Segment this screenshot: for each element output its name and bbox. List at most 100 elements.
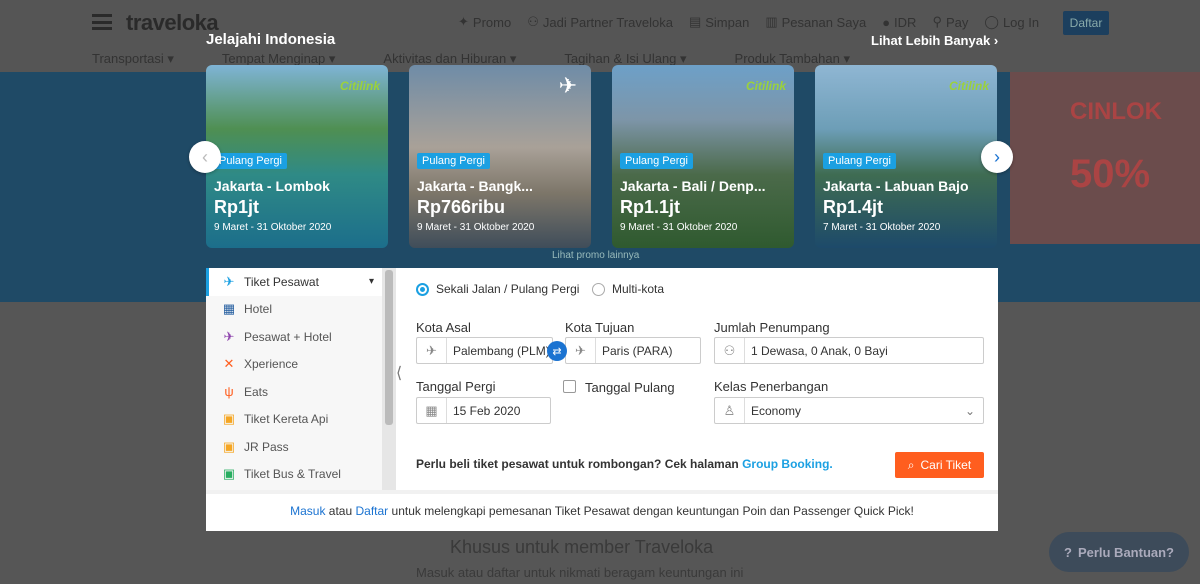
calendar-icon: ▦ (417, 398, 447, 423)
airplane-icon: ✈ (223, 273, 235, 289)
radio-unselected[interactable] (592, 282, 605, 296)
citilink-logo: Citilink (948, 79, 989, 93)
more-promo-link[interactable]: Lihat promo lainnya (552, 250, 639, 261)
card-price: Rp1jt (214, 197, 259, 217)
xperience-icon: ✕ (223, 356, 235, 372)
return-date-label[interactable]: Tanggal Pulang (585, 380, 675, 395)
product-sidebar: ✈ Tiket Pesawat ▾ ▦ Hotel ✈ Pesawat + Ho… (206, 268, 382, 490)
search-flights-button[interactable]: ⌕ Cari Tiket (895, 452, 984, 478)
group-booking-text: Perlu beli tiket pesawat untuk rombongan… (416, 457, 833, 471)
origin-field[interactable]: ✈ Palembang (PLM) (416, 337, 553, 364)
menu-icon[interactable] (92, 14, 112, 30)
carousel-prev-button[interactable]: ‹ (189, 141, 221, 173)
card-route: Jakarta - Bali / Denp... (620, 178, 766, 194)
question-icon: ? (1063, 544, 1072, 560)
chevron-right-icon: › (993, 33, 999, 48)
nav-simpan[interactable]: ▤ Simpan (689, 14, 749, 30)
member-heading: Khusus untuk member Traveloka (450, 537, 714, 557)
register-button[interactable]: Daftar (1063, 11, 1109, 35)
promo-card-bangkok[interactable]: ✈ Pulang Pergi Jakarta - Bangk... Rp766r… (409, 65, 591, 248)
sidebar-item-eats[interactable]: ψ Eats (206, 378, 382, 406)
card-date: 9 Maret - 31 Oktober 2020 (417, 222, 535, 233)
destination-label: Kota Tujuan (565, 320, 635, 335)
nav-login[interactable]: ◯ Log In (984, 14, 1039, 30)
help-button[interactable]: ? Perlu Bantuan? (1049, 532, 1189, 572)
modal-title: Jelajahi Indonesia (206, 31, 336, 48)
trip-badge: Pulang Pergi (214, 153, 287, 169)
cabin-class-label: Kelas Penerbangan (714, 379, 829, 394)
collapse-arrow-icon[interactable]: ⟨ (396, 363, 402, 383)
return-date-checkbox[interactable] (563, 380, 576, 393)
trip-badge: Pulang Pergi (823, 153, 896, 169)
sidebar-scrollbar[interactable] (382, 268, 396, 490)
departure-plane-icon: ✈ (417, 338, 447, 363)
trip-badge: Pulang Pergi (620, 153, 693, 169)
card-route: Jakarta - Labuan Bajo (823, 178, 969, 194)
airplane-icon: ✈ (558, 73, 577, 98)
passengers-label: Jumlah Penumpang (714, 320, 830, 335)
promo-card-labuan-bajo[interactable]: Citilink Pulang Pergi Jakarta - Labuan B… (815, 65, 997, 248)
trip-type-multi[interactable]: Multi-kota (592, 282, 664, 296)
promo-card-lombok[interactable]: Citilink Pulang Pergi Jakarta - Lombok R… (206, 65, 388, 248)
depart-date-label: Tanggal Pergi (416, 379, 496, 394)
card-price: Rp1.1jt (620, 197, 681, 217)
train-icon: ▣ (222, 411, 236, 427)
bus-icon: ▣ (222, 466, 236, 482)
cabin-class-select[interactable]: ♙ Economy ⌄ (714, 397, 984, 424)
nav-promo[interactable]: ✦ Promo (458, 14, 511, 30)
destination-field[interactable]: ✈ Paris (PARA) (565, 337, 701, 364)
nav-currency[interactable]: ● IDR (882, 14, 916, 30)
citilink-logo: Citilink (745, 79, 786, 93)
card-price: Rp766ribu (417, 197, 506, 217)
arrival-plane-icon: ✈ (566, 338, 596, 363)
swap-cities-button[interactable]: ⇄ (547, 341, 567, 361)
card-date: 7 Maret - 31 Oktober 2020 (823, 222, 941, 233)
nav-partner[interactable]: ⚇ Jadi Partner Traveloka (527, 14, 673, 30)
sidebar-item-pesawat-hotel[interactable]: ✈ Pesawat + Hotel (206, 323, 382, 351)
sidebar-item-kereta[interactable]: ▣ Tiket Kereta Api (206, 406, 382, 434)
flight-booking-panel: ✈ Tiket Pesawat ▾ ▦ Hotel ✈ Pesawat + Ho… (206, 268, 998, 531)
register-link[interactable]: Daftar (356, 504, 389, 518)
sidebar-item-hotel[interactable]: ▦ Hotel (206, 296, 382, 324)
card-date: 9 Maret - 31 Oktober 2020 (620, 222, 738, 233)
header-nav: ✦ Promo ⚇ Jadi Partner Traveloka ▤ Simpan ▥… (458, 14, 1039, 30)
bookmark-icon: ▤ (688, 14, 702, 29)
sidebar-item-xperience[interactable]: ✕ Xperience (206, 351, 382, 379)
side-promo-banner[interactable]: CINLOK 50% (1010, 72, 1200, 244)
promo-title: CINLOK (1070, 98, 1162, 125)
trip-type-oneway[interactable]: Sekali Jalan / Pulang Pergi (416, 282, 579, 296)
promo-card-bali[interactable]: Citilink Pulang Pergi Jakarta - Bali / D… (612, 65, 794, 248)
citilink-logo: Citilink (339, 79, 380, 93)
chevron-right-icon: › (994, 146, 1000, 167)
scrollbar-thumb[interactable] (385, 270, 393, 425)
see-more-link[interactable]: Lihat Lebih Banyak › (871, 33, 998, 48)
sidebar-item-tiket-pesawat[interactable]: ✈ Tiket Pesawat ▾ (206, 268, 382, 296)
radio-selected[interactable] (416, 282, 429, 296)
nav-pay[interactable]: ⚲ Pay (932, 14, 968, 30)
group-booking-link[interactable]: Group Booking. (742, 457, 833, 471)
nav-pesanan[interactable]: ▥ Pesanan Saya (765, 14, 866, 30)
seat-icon: ♙ (715, 398, 745, 423)
passengers-field[interactable]: ⚇ 1 Dewasa, 0 Anak, 0 Bayi (714, 337, 984, 364)
chevron-left-icon: ‹ (202, 146, 208, 167)
eats-icon: ψ (224, 384, 234, 400)
chevron-down-icon: ⌄ (964, 403, 975, 418)
depart-date-field[interactable]: ▦ 15 Feb 2020 (416, 397, 551, 424)
sidebar-item-bus[interactable]: ▣ Tiket Bus & Travel (206, 461, 382, 489)
card-date: 9 Maret - 31 Oktober 2020 (214, 222, 332, 233)
origin-label: Kota Asal (416, 320, 471, 335)
login-link[interactable]: Masuk (290, 504, 325, 518)
member-subtext: Masuk atau daftar untuk nikmati beragam … (416, 565, 744, 580)
flag-icon: ● (882, 14, 891, 30)
traveloka-logo[interactable]: traveloka (126, 10, 219, 36)
card-route: Jakarta - Lombok (214, 178, 330, 194)
promo-percent: 50% (1070, 152, 1151, 196)
search-icon: ⌕ (907, 457, 915, 472)
pay-icon: ⚲ (932, 14, 942, 29)
receipt-icon: ▥ (765, 14, 778, 29)
plane-hotel-icon: ✈ (223, 328, 235, 344)
subnav-transportasi[interactable]: Transportasi ▾ (92, 51, 174, 67)
hotel-icon: ▦ (222, 301, 236, 317)
sidebar-item-jr-pass[interactable]: ▣ JR Pass (206, 433, 382, 461)
carousel-next-button[interactable]: › (981, 141, 1013, 173)
